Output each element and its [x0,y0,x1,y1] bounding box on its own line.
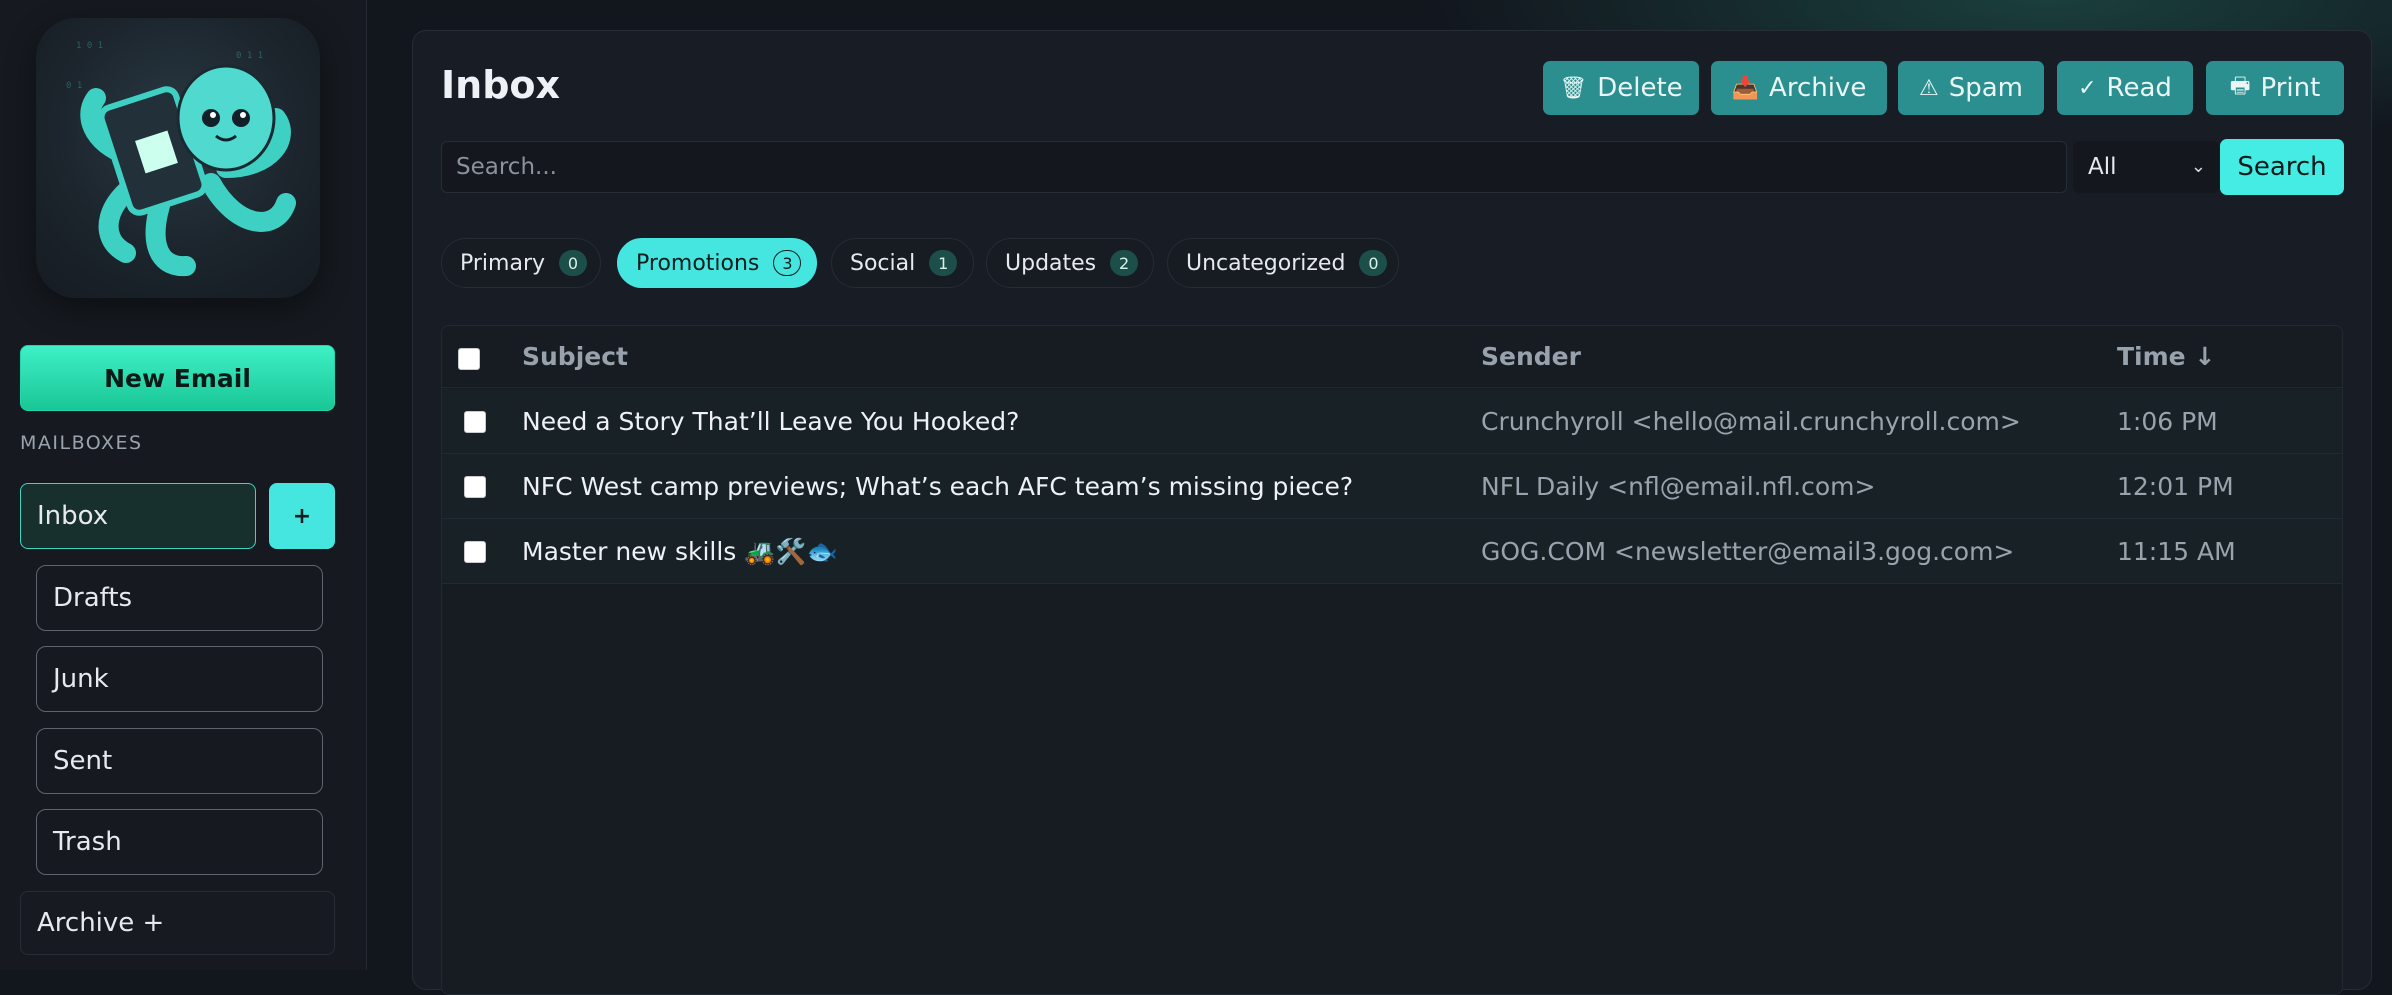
time-column-header[interactable]: Time ↓ [2117,342,2215,371]
tab-label: Primary [460,250,546,276]
search-filter-select[interactable]: All ⌄ [2073,141,2219,193]
search-button[interactable]: Search [2220,139,2344,195]
page-title: Inbox [441,63,561,107]
main-panel: Inbox 🗑 Delete 📥 Archive ⚠ Spam ✓ Read 🖶… [412,30,2372,995]
mailbox-trash[interactable]: Trash [36,809,323,875]
email-table: Subject Sender Time ↓ Need a Story That’… [441,325,2343,995]
count-badge: 2 [1110,250,1139,276]
search-input[interactable] [441,141,2067,193]
archive-label: Archive [1769,73,1867,103]
subject-column-header[interactable]: Subject [522,342,628,371]
tab-label: Promotions [636,250,760,276]
table-header: Subject Sender Time ↓ [442,326,2342,388]
new-email-button[interactable]: New Email [20,345,335,411]
mailbox-sent[interactable]: Sent [36,728,323,794]
mailbox-drafts[interactable]: Drafts [36,565,323,631]
sender-column-header[interactable]: Sender [1481,342,1581,371]
spam-button[interactable]: ⚠ Spam [1898,61,2044,115]
table-row[interactable]: Need a Story That’ll Leave You Hooked? C… [442,389,2342,454]
archive-button[interactable]: 📥 Archive [1711,61,1887,115]
email-subject: Need a Story That’ll Leave You Hooked? [522,407,1020,436]
chevron-down-icon: ⌄ [2190,156,2206,177]
email-time: 11:15 AM [2117,537,2236,566]
read-label: Read [2106,73,2172,103]
mailbox-junk[interactable]: Junk [36,646,323,712]
tab-label: Uncategorized [1186,250,1346,276]
count-badge: 0 [1359,250,1388,276]
tab-label: Social [850,250,916,276]
printer-icon: 🖶 [2229,74,2251,99]
spam-label: Spam [1948,73,2023,103]
svg-text:1 0 1: 1 0 1 [76,41,103,51]
print-label: Print [2260,73,2321,103]
email-sender: GOG.COM <newsletter@email3.gog.com> [1481,537,2015,566]
trash-icon: 🗑 [1559,75,1588,101]
print-button[interactable]: 🖶 Print [2206,61,2344,115]
email-subject: Master new skills 🚜🛠️🐟 [522,537,838,566]
svg-text:0 1: 0 1 [66,81,82,91]
add-mailbox-button[interactable]: + [269,483,335,549]
mark-read-button[interactable]: ✓ Read [2057,61,2193,115]
svg-text:0 1 1: 0 1 1 [236,51,263,61]
email-time: 1:06 PM [2117,407,2218,436]
tab-label: Updates [1005,250,1097,276]
tab-primary[interactable]: Primary 0 [441,238,601,288]
email-time: 12:01 PM [2117,472,2234,501]
count-badge: 3 [773,250,802,276]
tab-uncategorized[interactable]: Uncategorized 0 [1167,238,1399,288]
delete-label: Delete [1597,73,1683,103]
count-badge: 1 [929,250,958,276]
tab-updates[interactable]: Updates 2 [986,238,1154,288]
table-row[interactable]: NFC West camp previews; What’s each AFC … [442,454,2342,519]
email-subject: NFC West camp previews; What’s each AFC … [522,472,1354,501]
mailbox-archive[interactable]: Archive + [20,891,335,955]
table-row[interactable]: Master new skills 🚜🛠️🐟 GOG.COM <newslett… [442,519,2342,584]
tab-promotions[interactable]: Promotions 3 [617,238,817,288]
check-icon: ✓ [2078,75,2097,101]
octopus-logo: 1 0 10 1 1 0 11 0 [36,18,320,298]
delete-button[interactable]: 🗑 Delete [1543,61,1699,115]
count-badge: 0 [559,250,588,276]
row-checkbox[interactable] [464,476,486,498]
warning-icon: ⚠ [1918,75,1939,101]
email-sender: Crunchyroll <hello@mail.crunchyroll.com> [1481,407,2021,436]
mailbox-inbox[interactable]: Inbox [20,483,256,549]
row-checkbox[interactable] [464,411,486,433]
archive-icon: 📥 [1731,75,1760,101]
sidebar: 1 0 10 1 1 0 11 0 New Email MAILBOXES In… [0,0,367,970]
email-sender: NFL Daily <nfl@email.nfl.com> [1481,472,1876,501]
inbox-row: Inbox + [20,483,335,549]
mailboxes-heading: MAILBOXES [20,432,143,454]
filter-value: All [2088,154,2117,180]
tab-social[interactable]: Social 1 [831,238,974,288]
select-all-checkbox[interactable] [458,348,480,370]
row-checkbox[interactable] [464,541,486,563]
